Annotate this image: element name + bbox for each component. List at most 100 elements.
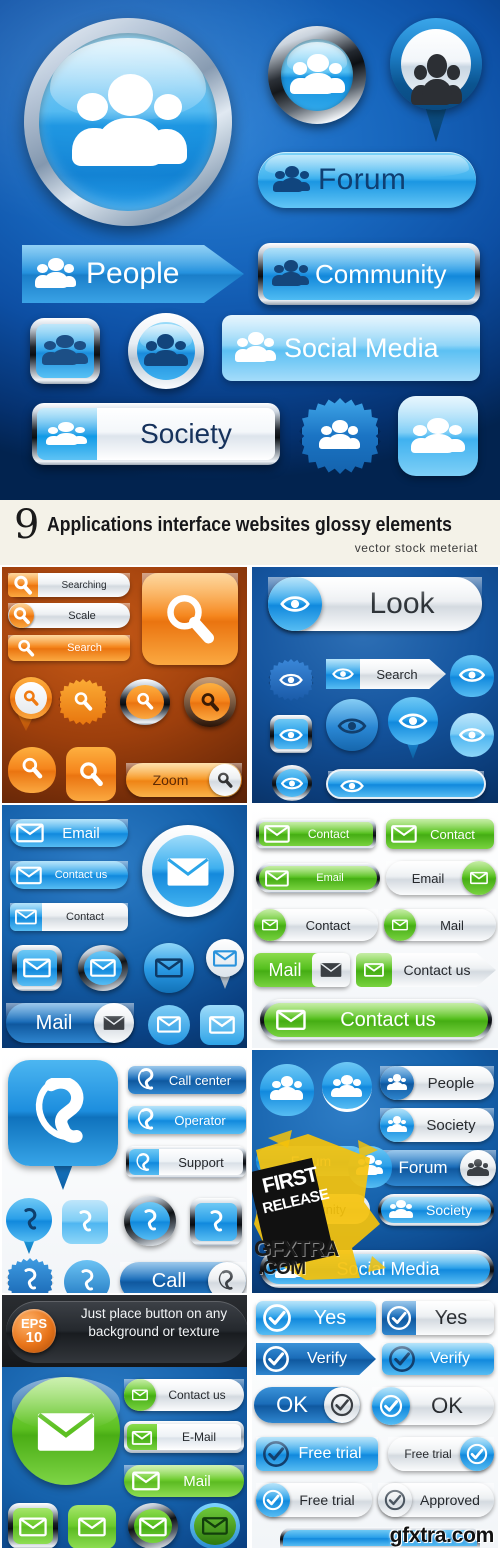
people-ring-circle-icon[interactable] xyxy=(128,313,204,389)
email-round-gloss-icon[interactable] xyxy=(144,943,194,993)
eye-round-gloss-icon[interactable] xyxy=(326,699,378,751)
metal-ring-people-button[interactable] xyxy=(268,26,366,124)
forum-button[interactable]: Forum xyxy=(378,1150,496,1186)
magnifier-large-icon[interactable] xyxy=(142,573,238,665)
mail-square-metal-icon[interactable] xyxy=(8,1503,58,1548)
eye-metal-ring-icon[interactable] xyxy=(272,765,312,801)
people-starburst-icon[interactable] xyxy=(302,398,378,474)
big-round-people-button[interactable] xyxy=(24,18,232,226)
call-button[interactable]: Call xyxy=(120,1262,246,1293)
panel-confirm-blue[interactable]: Yes Yes Verify Verify OK OK Free trial F… xyxy=(252,1295,498,1548)
approved-button[interactable]: Approved xyxy=(378,1483,494,1517)
contact-us-wide-button[interactable]: Contact us xyxy=(260,999,492,1041)
call-center-button[interactable]: Call center xyxy=(128,1066,246,1094)
social-media-metal-button[interactable]: Social Media xyxy=(260,1250,494,1288)
social-media-button[interactable]: Social Media xyxy=(222,315,480,381)
scale-button[interactable]: Scale xyxy=(8,603,130,628)
search-chevron-button[interactable]: Search xyxy=(326,659,446,689)
verify-gloss-button[interactable]: Verify xyxy=(382,1343,494,1375)
verify-chevron-button[interactable]: Verify xyxy=(256,1343,376,1375)
phone-rounded-square-icon[interactable] xyxy=(62,1200,108,1244)
phone-big-pin-icon[interactable] xyxy=(8,1060,118,1190)
magnifier-dark-ring-icon[interactable] xyxy=(184,677,236,727)
magnifier-starburst-icon[interactable] xyxy=(60,679,106,725)
email-metal-ring-icon[interactable] xyxy=(78,945,128,991)
contact-green-button[interactable]: Contact xyxy=(386,819,494,849)
phone-pin-small-icon[interactable] xyxy=(6,1198,52,1254)
mail-round-gloss-icon[interactable] xyxy=(190,1503,240,1548)
society-split-button[interactable]: Society xyxy=(32,403,280,465)
people-map-pin[interactable] xyxy=(390,18,482,144)
searching-button[interactable]: Searching xyxy=(8,573,130,597)
ok-dark-button[interactable]: OK xyxy=(254,1387,360,1423)
panel-email-blue[interactable]: Email Contact us Contact Mail xyxy=(2,805,247,1048)
society-metal-button[interactable]: Society xyxy=(378,1194,494,1226)
email-button[interactable]: Email xyxy=(10,819,128,847)
eye-square-metal-icon[interactable] xyxy=(270,715,312,753)
magnifier-metal-ring-icon[interactable] xyxy=(120,679,170,725)
envelope-icon xyxy=(264,825,290,843)
look-button[interactable]: Look xyxy=(268,577,482,631)
operator-button[interactable]: Operator xyxy=(128,1106,246,1134)
panel-phone-blue[interactable]: Call center Operator Support Call xyxy=(2,1050,247,1293)
panel-search-orange[interactable]: Searching Scale Search Zoom xyxy=(2,567,247,803)
phone-starburst-icon[interactable] xyxy=(8,1258,52,1293)
people-rounded-square-icon[interactable] xyxy=(398,396,478,476)
email-rounded-square-icon[interactable] xyxy=(200,1005,244,1045)
email-big-ring-icon[interactable] xyxy=(142,825,234,917)
email-square-metal-icon[interactable] xyxy=(12,945,62,991)
eye-empty-pill-button[interactable] xyxy=(326,769,486,799)
email-split-button[interactable]: E-Mail xyxy=(124,1421,244,1453)
people-square-metal-icon[interactable] xyxy=(30,318,100,384)
mail-metal-ring-icon[interactable] xyxy=(128,1503,178,1548)
email-green-pill-metal-button[interactable]: Email xyxy=(256,863,380,893)
eye-starburst-icon[interactable] xyxy=(270,659,312,701)
mail-gray-button[interactable]: Mail xyxy=(384,909,496,941)
contact-gray-button[interactable]: Contact xyxy=(254,909,378,941)
email-gray-green-icon-button[interactable]: Email xyxy=(386,861,496,895)
people-balloon-icon-2[interactable] xyxy=(322,1062,372,1124)
people-button[interactable]: People xyxy=(380,1066,494,1100)
yes-gray-button[interactable]: Yes xyxy=(382,1301,494,1335)
magnifier-rounded-square-icon[interactable] xyxy=(66,747,116,801)
mail-green-gray-icon-button[interactable]: Mail xyxy=(254,953,350,987)
magnifier-balloon-icon[interactable] xyxy=(8,747,56,801)
people-balloon-icon-1[interactable] xyxy=(260,1064,314,1130)
eye-pin-icon[interactable] xyxy=(388,697,438,759)
contact-button[interactable]: Contact xyxy=(10,903,128,931)
mail-button[interactable]: Mail xyxy=(6,1003,134,1043)
people-balloon-icon-3[interactable] xyxy=(348,1146,392,1200)
community-label: Community xyxy=(315,258,447,289)
mail-rounded-square-icon[interactable] xyxy=(68,1505,116,1548)
email-pin-icon[interactable] xyxy=(206,939,244,989)
contact-us-button[interactable]: Contact us xyxy=(10,861,128,889)
society-button[interactable]: Society xyxy=(380,1108,494,1142)
free-trial-gray-right-button[interactable]: Free trial xyxy=(388,1437,494,1471)
forum-pill-button[interactable]: Forum xyxy=(258,152,476,208)
magnifier-pin-icon[interactable] xyxy=(10,677,52,731)
free-trial-blue-button[interactable]: Free trial xyxy=(256,1437,378,1471)
zoom-button[interactable]: Zoom xyxy=(126,763,242,797)
mail-big-green-circle-icon[interactable] xyxy=(12,1377,120,1485)
phone-round-gloss-icon[interactable] xyxy=(64,1260,110,1293)
email-circle-icon-2[interactable] xyxy=(148,1005,190,1045)
contact-us-chevron-button[interactable]: Contact us xyxy=(356,953,496,987)
phone-square-metal-icon[interactable] xyxy=(190,1198,242,1246)
contact-us-green-button[interactable]: Contact us xyxy=(124,1379,244,1411)
people-arrow-button[interactable]: People xyxy=(22,245,244,303)
mail-green-button[interactable]: Mail xyxy=(124,1465,244,1497)
phone-metal-ring-icon[interactable] xyxy=(124,1196,176,1246)
panel-eye-blue[interactable]: Look Search xyxy=(252,567,498,803)
ok-gray-button[interactable]: OK xyxy=(372,1387,494,1425)
panel-contact-green[interactable]: Contact Contact Email Email Contact Mail… xyxy=(252,805,498,1048)
search-button[interactable]: Search xyxy=(8,635,130,661)
panel-people-blue[interactable]: People Society Forum Society Social Medi… xyxy=(252,1050,498,1293)
panel-mail-green[interactable]: EPS 10 Just place button on any backgrou… xyxy=(2,1295,247,1548)
yes-blue-button[interactable]: Yes xyxy=(256,1301,376,1335)
contact-green-metal-button[interactable]: Contact xyxy=(256,819,376,849)
support-button[interactable]: Support xyxy=(126,1146,246,1178)
eye-balloon-icon-1[interactable] xyxy=(450,655,494,705)
community-metal-button[interactable]: Community xyxy=(258,243,480,305)
free-trial-gray-left-button[interactable]: Free trial xyxy=(256,1483,372,1517)
eye-light-circle-icon[interactable] xyxy=(450,713,494,757)
